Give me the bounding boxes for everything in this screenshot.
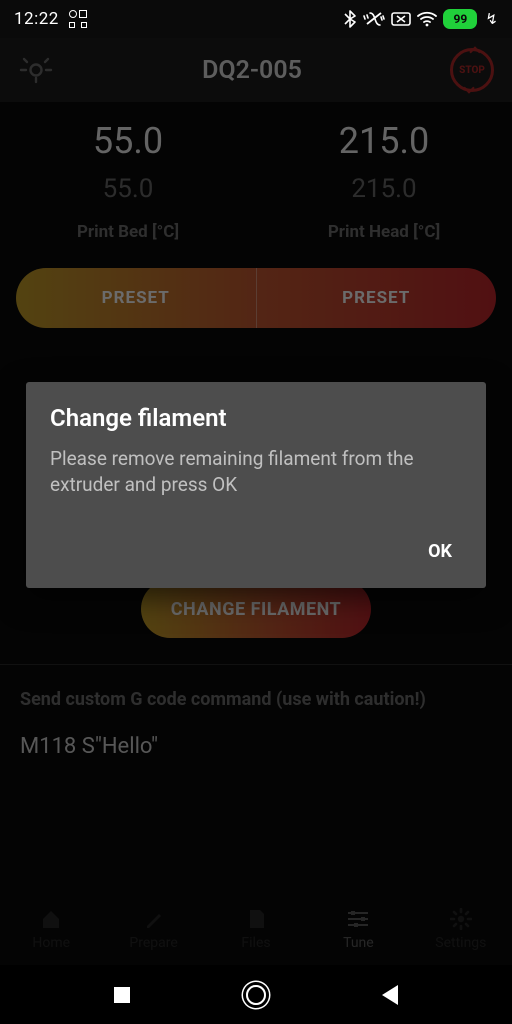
printer-title: DQ2-005 bbox=[54, 56, 450, 85]
wifi-icon bbox=[417, 11, 437, 27]
home-button[interactable] bbox=[244, 983, 268, 1007]
sd-card-icon bbox=[244, 907, 268, 931]
emergency-stop-button[interactable]: STOP bbox=[450, 48, 494, 92]
nav-home-label: Home bbox=[32, 935, 70, 951]
gcode-input[interactable]: M118 S"Hello" bbox=[20, 734, 492, 759]
app-header: DQ2-005 STOP bbox=[0, 38, 512, 102]
bottom-nav: Home Prepare Files Tune Settings bbox=[0, 893, 512, 965]
head-temp-label: Print Head [°C] bbox=[256, 222, 512, 242]
light-toggle-icon[interactable] bbox=[18, 52, 54, 88]
nav-files[interactable]: Files bbox=[205, 893, 307, 965]
status-clock: 12:22 bbox=[14, 9, 59, 29]
bed-target-temp[interactable]: 55.0 bbox=[0, 174, 256, 204]
status-bar: 12:22 99 ↯ bbox=[0, 0, 512, 38]
nav-files-label: Files bbox=[241, 935, 270, 951]
bed-temp-column: 55.0 55.0 Print Bed [°C] bbox=[0, 110, 256, 242]
dialog-body: Please remove remaining filament from th… bbox=[50, 446, 462, 497]
vibrate-icon bbox=[363, 10, 385, 28]
head-target-temp[interactable]: 215.0 bbox=[256, 174, 512, 204]
stop-label: STOP bbox=[459, 65, 485, 76]
gear-icon bbox=[449, 907, 473, 931]
dialog-ok-button[interactable]: OK bbox=[418, 533, 462, 570]
bed-preset-button[interactable]: PRESET bbox=[16, 268, 257, 328]
charging-icon: ↯ bbox=[485, 10, 498, 28]
back-button[interactable] bbox=[378, 983, 402, 1007]
android-nav-bar bbox=[0, 965, 512, 1024]
nav-prepare-label: Prepare bbox=[129, 935, 177, 951]
nav-tune[interactable]: Tune bbox=[307, 893, 409, 965]
gcode-caption: Send custom G code command (use with cau… bbox=[20, 689, 492, 710]
head-preset-button[interactable]: PRESET bbox=[257, 268, 497, 328]
pencil-icon bbox=[142, 907, 166, 931]
bed-actual-temp: 55.0 bbox=[0, 120, 256, 162]
nav-settings[interactable]: Settings bbox=[410, 893, 512, 965]
bed-temp-label: Print Bed [°C] bbox=[0, 222, 256, 242]
nav-home[interactable]: Home bbox=[0, 893, 102, 965]
bluetooth-icon bbox=[343, 10, 357, 28]
change-filament-button[interactable]: CHANGE FILAMENT bbox=[141, 580, 371, 638]
nav-settings-label: Settings bbox=[435, 935, 486, 951]
change-filament-dialog: Change filament Please remove remaining … bbox=[26, 382, 486, 588]
sliders-icon bbox=[346, 907, 370, 931]
home-icon bbox=[39, 907, 63, 931]
preset-row: PRESET PRESET bbox=[16, 268, 496, 328]
nav-tune-label: Tune bbox=[343, 935, 374, 951]
battery-saver-icon bbox=[391, 12, 411, 26]
dialog-title: Change filament bbox=[50, 404, 462, 432]
recent-apps-button[interactable] bbox=[110, 983, 134, 1007]
nav-prepare[interactable]: Prepare bbox=[102, 893, 204, 965]
temperature-panel: 55.0 55.0 Print Bed [°C] 215.0 215.0 Pri… bbox=[0, 102, 512, 242]
gcode-section: Send custom G code command (use with cau… bbox=[0, 665, 512, 759]
apps-grid-icon bbox=[69, 10, 87, 28]
head-temp-column: 215.0 215.0 Print Head [°C] bbox=[256, 110, 512, 242]
head-actual-temp: 215.0 bbox=[256, 120, 512, 162]
battery-percent: 99 bbox=[454, 12, 468, 26]
battery-indicator: 99 bbox=[443, 9, 477, 29]
